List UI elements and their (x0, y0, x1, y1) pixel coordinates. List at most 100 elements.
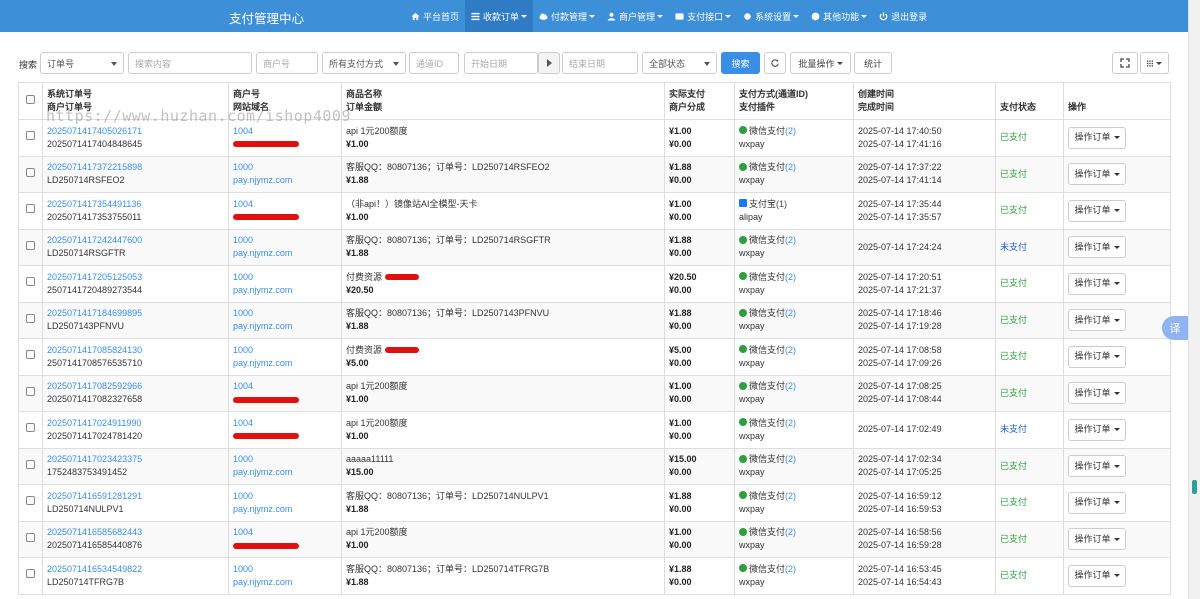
col-time[interactable]: 创建时间 完成时间 (853, 82, 996, 120)
channel-id[interactable]: (1) (776, 199, 787, 209)
row-checkbox[interactable] (26, 167, 35, 177)
row-checkbox[interactable] (26, 569, 35, 579)
search-field-select[interactable]: 订单号 (40, 52, 124, 74)
row-checkbox[interactable] (26, 313, 35, 323)
status-badge[interactable]: 已支付 (1000, 351, 1027, 361)
domain-link[interactable]: pay.njymz.com (233, 576, 337, 589)
channel-id[interactable]: (2) (785, 418, 796, 428)
col-order[interactable]: 系统订单号 商户订单号 (42, 82, 229, 120)
row-checkbox[interactable] (26, 277, 35, 287)
search-button[interactable]: 搜索 (721, 52, 760, 74)
nav-item-home[interactable]: 平台首页 (405, 0, 465, 32)
domain-link[interactable]: pay.njymz.com (233, 320, 337, 333)
sys-order-link[interactable]: 2025071417085824130 (47, 344, 224, 357)
sys-order-link[interactable]: 2025071417023423375 (47, 453, 224, 466)
nav-item-power[interactable]: 退出登录 (873, 0, 933, 32)
scrollbar-thumb[interactable] (1192, 480, 1197, 494)
col-paymethod[interactable]: 支付方式(通道ID) 支付插件 (734, 82, 854, 120)
pay-type-select[interactable]: 所有支付方式 (322, 52, 406, 74)
sys-order-link[interactable]: 2025071416591281291 (47, 490, 224, 503)
order-ops-button[interactable]: 操作订单 (1068, 564, 1126, 587)
nav-item-card[interactable]: 支付接口 (669, 0, 737, 32)
nav-item-user[interactable]: 商户管理 (601, 0, 669, 32)
row-checkbox[interactable] (26, 204, 35, 214)
channel-id[interactable]: (2) (785, 491, 796, 501)
order-ops-button[interactable]: 操作订单 (1068, 309, 1126, 332)
brand-title[interactable]: 支付管理中心 (229, 8, 304, 27)
end-date-input[interactable]: 结束日期 (562, 52, 638, 74)
status-badge[interactable]: 已支付 (1000, 570, 1027, 580)
merchant-id-link[interactable]: 1004 (233, 198, 337, 211)
sys-order-link[interactable]: 2025071417405026171 (47, 125, 224, 138)
status-badge[interactable]: 未支付 (1000, 424, 1027, 434)
order-ops-button[interactable]: 操作订单 (1068, 418, 1126, 441)
order-ops-button[interactable]: 操作订单 (1068, 382, 1126, 405)
status-badge[interactable]: 已支付 (1000, 132, 1027, 142)
status-badge[interactable]: 已支付 (1000, 461, 1027, 471)
channel-id[interactable]: (2) (785, 345, 796, 355)
nav-item-list[interactable]: 收款订单 (465, 0, 534, 32)
col-merchant[interactable]: 商户号 网站域名 (228, 82, 342, 120)
domain-link[interactable]: pay.njymz.com (233, 174, 337, 187)
channel-id[interactable]: (2) (785, 527, 796, 537)
channel-id[interactable]: (2) (785, 126, 796, 136)
col-status[interactable]: 支付状态 (995, 82, 1064, 120)
sys-order-link[interactable]: 2025071417184699895 (47, 307, 224, 320)
domain-link[interactable]: pay.njymz.com (233, 284, 337, 297)
nav-item-cloud[interactable]: 付款管理 (533, 0, 601, 32)
merchant-id-link[interactable]: 1000 (233, 490, 337, 503)
vertical-scrollbar[interactable] (1188, 0, 1200, 599)
status-badge[interactable]: 未支付 (1000, 242, 1027, 252)
batch-ops-button[interactable]: 批量操作 (790, 52, 851, 74)
order-ops-button[interactable]: 操作订单 (1068, 126, 1126, 149)
merchant-id-link[interactable]: 1000 (233, 453, 337, 466)
order-ops-button[interactable]: 操作订单 (1068, 272, 1126, 295)
row-checkbox[interactable] (26, 423, 35, 433)
nav-item-globe[interactable]: 其他功能 (805, 0, 873, 32)
select-all-checkbox[interactable] (26, 94, 35, 104)
stats-button[interactable]: 统计 (854, 52, 892, 74)
domain-link[interactable]: pay.njymz.com (233, 247, 337, 260)
status-badge[interactable]: 已支付 (1000, 315, 1027, 325)
sys-order-link[interactable]: 2025071417024911990 (47, 417, 224, 430)
status-badge[interactable]: 已支付 (1000, 169, 1027, 179)
search-input[interactable]: 搜索内容 (128, 52, 252, 74)
row-checkbox[interactable] (26, 350, 35, 360)
domain-link[interactable]: pay.njymz.com (233, 466, 337, 479)
domain-link[interactable]: pay.njymz.com (233, 357, 337, 370)
order-ops-button[interactable]: 操作订单 (1068, 528, 1126, 551)
merchant-id-link[interactable]: 1000 (233, 234, 337, 247)
status-badge[interactable]: 已支付 (1000, 205, 1027, 215)
row-checkbox[interactable] (26, 240, 35, 250)
channel-id[interactable]: (2) (785, 564, 796, 574)
row-checkbox[interactable] (26, 386, 35, 396)
order-ops-button[interactable]: 操作订单 (1068, 199, 1126, 222)
date-range-arrow[interactable] (538, 52, 560, 74)
start-date-input[interactable]: 开始日期 (464, 52, 538, 74)
domain-link[interactable]: pay.njymz.com (233, 503, 337, 516)
channel-id[interactable]: (2) (785, 162, 796, 172)
channel-id[interactable]: (2) (785, 235, 796, 245)
order-ops-button[interactable]: 操作订单 (1068, 455, 1126, 478)
columns-toggle-button[interactable] (1140, 52, 1169, 74)
row-checkbox[interactable] (26, 496, 35, 506)
nav-item-gear[interactable]: 系统设置 (737, 0, 805, 32)
channel-id-input[interactable]: 通道ID (409, 52, 459, 74)
refresh-button[interactable] (764, 52, 786, 74)
merchant-id-link[interactable]: 1004 (233, 380, 337, 393)
status-badge[interactable]: 已支付 (1000, 534, 1027, 544)
row-checkbox[interactable] (26, 459, 35, 469)
row-checkbox[interactable] (26, 532, 35, 542)
channel-id[interactable]: (2) (785, 381, 796, 391)
merchant-id-link[interactable]: 1000 (233, 161, 337, 174)
merchant-id-link[interactable]: 1004 (233, 417, 337, 430)
col-product[interactable]: 商品名称 订单金额 (341, 82, 665, 120)
merchant-id-link[interactable]: 1004 (233, 125, 337, 138)
sys-order-link[interactable]: 2025071417372215898 (47, 161, 224, 174)
merchant-id-link[interactable]: 1000 (233, 307, 337, 320)
merchant-id-link[interactable]: 1000 (233, 271, 337, 284)
row-checkbox[interactable] (26, 131, 35, 141)
merchant-id-link[interactable]: 1000 (233, 344, 337, 357)
status-select[interactable]: 全部状态 (642, 52, 717, 74)
order-ops-button[interactable]: 操作订单 (1068, 236, 1126, 259)
